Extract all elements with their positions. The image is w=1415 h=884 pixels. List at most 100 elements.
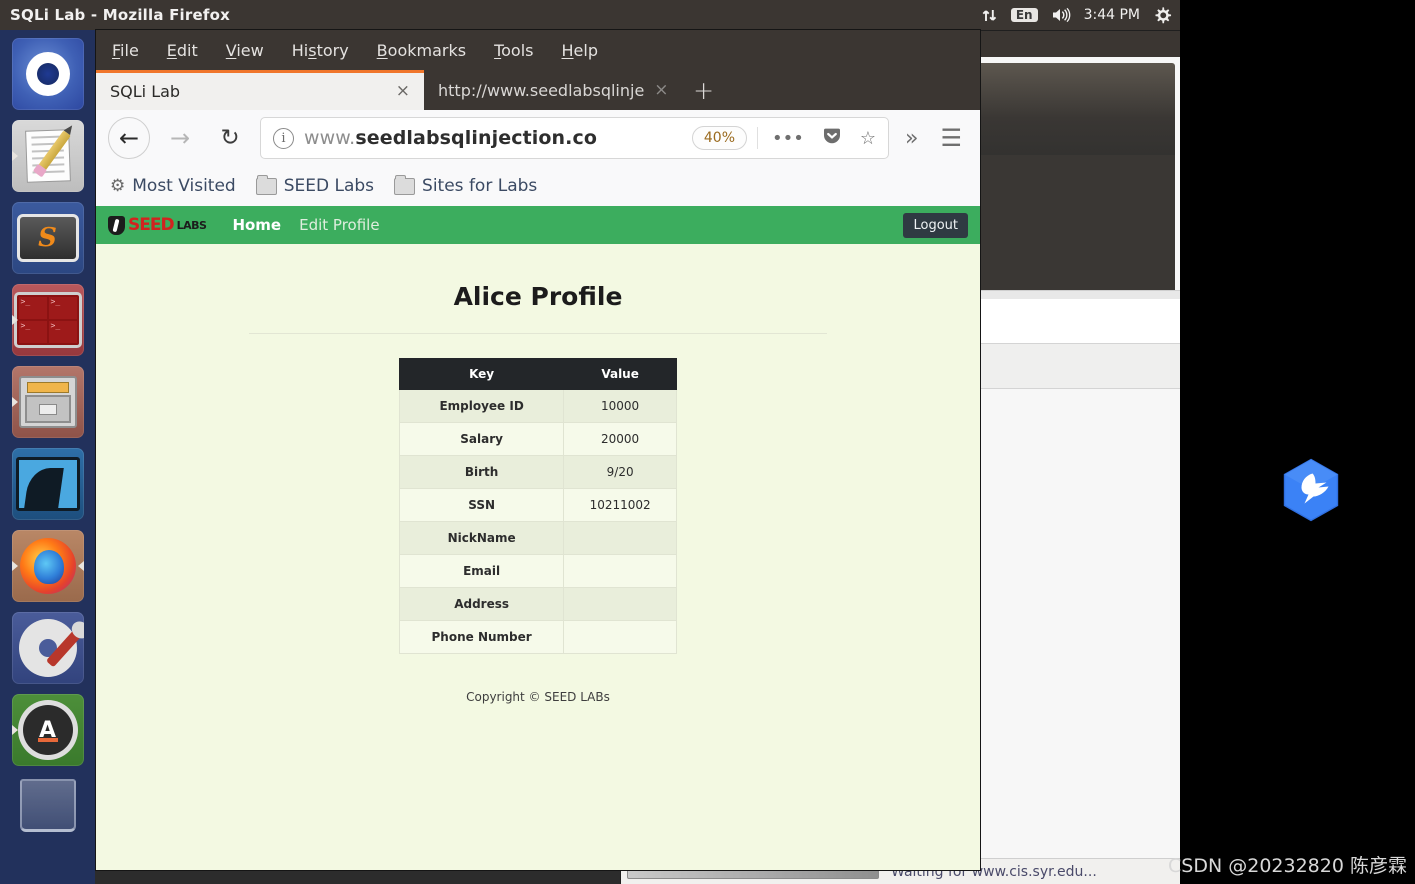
hummingbird-hex-icon[interactable] (1283, 458, 1340, 522)
bookmark-label: Sites for Labs (422, 176, 538, 196)
seed-labs-logo[interactable]: SEED LABS (108, 215, 207, 235)
bookmark-sites-for-labs[interactable]: Sites for Labs (394, 174, 538, 196)
keyboard-layout-indicator[interactable]: En (1010, 8, 1038, 22)
launcher-running-pip (11, 315, 18, 325)
bookmark-seed-labs[interactable]: SEED Labs (255, 174, 374, 196)
tab-strip[interactable]: SQLi Lab × http://www.seedlabsqlinje × + (96, 70, 980, 110)
menu-edit[interactable]: Edit (167, 41, 198, 60)
url-prefix: www. (304, 127, 356, 149)
brand-suffix: LABS (176, 218, 207, 232)
table-row: SSN 10211002 (398, 488, 677, 522)
tab-sqli-lab[interactable]: SQLi Lab × (96, 70, 424, 110)
bookmark-star-icon[interactable]: ☆ (856, 128, 880, 149)
divider (249, 333, 827, 334)
shield-icon (108, 215, 125, 235)
overflow-menu-icon[interactable]: » (899, 126, 924, 151)
nav-link-edit-profile[interactable]: Edit Profile (299, 216, 379, 234)
site-info-icon[interactable]: i (273, 127, 294, 149)
column-header-key: Key (398, 358, 565, 390)
table-row: Address (398, 587, 677, 621)
launcher-running-pip (11, 561, 18, 571)
launcher-running-pip (11, 397, 18, 407)
hamburger-menu-icon[interactable]: ☰ (934, 124, 968, 152)
page-viewport: SEED LABS Home Edit Profile Logout Alice… (96, 206, 980, 870)
table-row: Phone Number (398, 620, 677, 654)
terminal-icon: >_ >_ >_ >_ (13, 292, 82, 348)
new-tab-button[interactable]: + (683, 70, 725, 110)
page-title: Alice Profile (453, 282, 623, 311)
table-row: Employee ID 10000 (398, 389, 677, 423)
table-row: Salary 20000 (398, 422, 677, 456)
logout-button[interactable]: Logout (903, 212, 968, 238)
volume-icon[interactable] (1051, 7, 1071, 23)
launcher-item-software-updater[interactable]: A (11, 694, 84, 766)
menu-bookmarks[interactable]: Bookmarks (377, 41, 466, 60)
menu-view[interactable]: View (226, 41, 264, 60)
tab-label: http://www.seedlabsqlinje (438, 80, 645, 100)
row-key: SSN (398, 488, 565, 522)
network-up-down-icon[interactable] (981, 7, 998, 24)
launcher-item-system-settings[interactable] (11, 612, 84, 684)
bookmarks-toolbar[interactable]: ⚙ Most Visited SEED Labs Sites for Labs (96, 166, 980, 206)
menu-tools[interactable]: Tools (494, 41, 533, 60)
page-actions-icon[interactable]: ••• (768, 128, 808, 149)
menu-bar[interactable]: File Edit View History Bookmarks Tools H… (96, 30, 980, 70)
launcher-item-wireshark[interactable] (11, 448, 84, 520)
software-updater-icon: A (22, 705, 73, 755)
launcher-item-sublime-text[interactable]: S (11, 202, 84, 274)
copyright-text: Copyright © SEED LABs (466, 690, 610, 704)
site-navbar[interactable]: SEED LABS Home Edit Profile Logout (96, 206, 980, 244)
unity-launcher[interactable]: S >_ >_ >_ >_ A (0, 30, 95, 884)
page-content: Alice Profile Key Value Employee ID 1000… (96, 244, 980, 704)
gear-icon[interactable] (1153, 6, 1172, 25)
watermark-text: CSDN @20232820 陈彦霖 (1168, 855, 1407, 877)
back-button[interactable]: ← (108, 117, 150, 159)
launcher-item-file-manager[interactable] (11, 366, 84, 438)
brand-word: SEED (128, 215, 175, 235)
folder-icon (255, 174, 277, 195)
ubuntu-desktop: Waiting for www.cis.syr.edu... SQLi Lab … (0, 0, 1180, 884)
table-body: Employee ID 10000 Salary 20000 Birth 9/2… (398, 389, 677, 654)
nav-link-home[interactable]: Home (232, 216, 281, 234)
launcher-item-firefox[interactable] (11, 530, 84, 602)
gear-icon: ⚙ (110, 176, 126, 196)
trash-icon (19, 778, 76, 832)
row-value: 9/20 (563, 455, 677, 489)
bookmark-label: Most Visited (132, 176, 236, 196)
firefox-window: File Edit View History Bookmarks Tools H… (96, 30, 980, 870)
launcher-item-text-editor[interactable] (11, 120, 84, 192)
table-row: Birth 9/20 (398, 455, 677, 489)
window-title: SQLi Lab - Mozilla Firefox (10, 6, 230, 24)
row-value: 10211002 (563, 488, 677, 522)
system-tray: En 3:44 PM (981, 6, 1172, 25)
table-row: Email (398, 554, 677, 588)
row-key: Email (398, 554, 565, 588)
table-head: Key Value (398, 358, 677, 390)
close-icon[interactable]: × (654, 81, 668, 99)
row-value: 20000 (563, 422, 677, 456)
firefox-icon (19, 538, 76, 594)
url-domain: seedlabsqlinjection.co (355, 127, 597, 149)
pocket-icon[interactable] (818, 126, 846, 151)
menu-help[interactable]: Help (562, 41, 598, 60)
reload-button[interactable]: ↻ (210, 118, 250, 158)
tab-seedlabsqlinjection[interactable]: http://www.seedlabsqlinje × (424, 70, 683, 110)
folder-icon (394, 174, 416, 195)
launcher-item-trash[interactable] (12, 776, 84, 834)
zoom-level-indicator[interactable]: 40% (691, 126, 748, 150)
row-value (563, 554, 677, 588)
menu-history[interactable]: History (292, 41, 349, 60)
bookmark-most-visited[interactable]: ⚙ Most Visited (110, 176, 236, 196)
row-value (563, 620, 677, 654)
forward-button[interactable]: → (160, 118, 200, 158)
table-row: NickName (398, 521, 677, 555)
launcher-item-ubuntu-dash[interactable] (11, 38, 84, 110)
launcher-item-terminal[interactable]: >_ >_ >_ >_ (11, 284, 84, 356)
url-input[interactable]: www.seedlabsqlinjection.co (304, 127, 682, 149)
navigation-toolbar[interactable]: ← → ↻ i www.seedlabsqlinjection.co 40% •… (96, 110, 980, 166)
clock[interactable]: 3:44 PM (1084, 8, 1140, 22)
menu-file[interactable]: File (112, 41, 139, 60)
row-key: Birth (398, 455, 565, 489)
close-icon[interactable]: × (396, 83, 410, 100)
url-bar[interactable]: i www.seedlabsqlinjection.co 40% ••• ☆ (260, 117, 890, 159)
